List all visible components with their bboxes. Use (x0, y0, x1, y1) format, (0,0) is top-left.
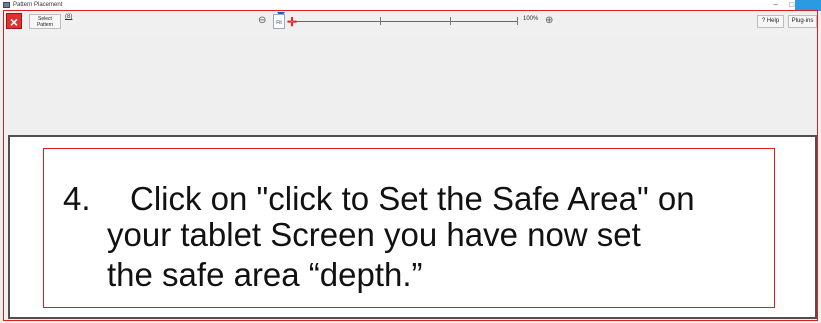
zoom-out-icon[interactable]: ⊖ (258, 15, 266, 26)
select-pattern-button[interactable]: Select Pattern (29, 14, 61, 29)
zoom-slider-track[interactable] (296, 21, 518, 22)
pattern-placement-window: Pattern Placement – □ × × Select Pattern… (0, 0, 821, 323)
overlay-blue-tab (795, 0, 821, 11)
window-title: Pattern Placement (13, 2, 63, 8)
zoom-slider-handle[interactable]: ✛ (287, 16, 297, 28)
help-button[interactable]: ? Help (757, 15, 784, 28)
pattern-canvas[interactable] (4, 37, 817, 132)
instruction-line-1: Click on "click to Set the Safe Area" on (130, 180, 695, 217)
instruction-line-3: the safe area “depth.” (107, 256, 423, 293)
toolbar (4, 12, 817, 37)
zoom-slider-tick (450, 17, 451, 25)
title-bar: Pattern Placement – □ × (0, 0, 821, 11)
plugins-button[interactable]: Plug-ins (788, 15, 817, 28)
toolbar-small-button[interactable]: (8) (65, 14, 72, 20)
zoom-percent-label: 100% (523, 16, 539, 22)
close-pattern-button[interactable]: × (6, 13, 22, 30)
zoom-fit-button[interactable]: Fit (273, 14, 285, 29)
app-icon (3, 2, 10, 8)
instruction-line-2: your tablet Screen you have now set (107, 216, 641, 253)
step-number: 4. (63, 180, 91, 217)
zoom-slider-tick (517, 17, 518, 25)
minimize-button[interactable]: – (769, 0, 783, 10)
zoom-slider-tick (380, 17, 381, 25)
zoom-in-icon[interactable]: ⊕ (545, 15, 553, 26)
